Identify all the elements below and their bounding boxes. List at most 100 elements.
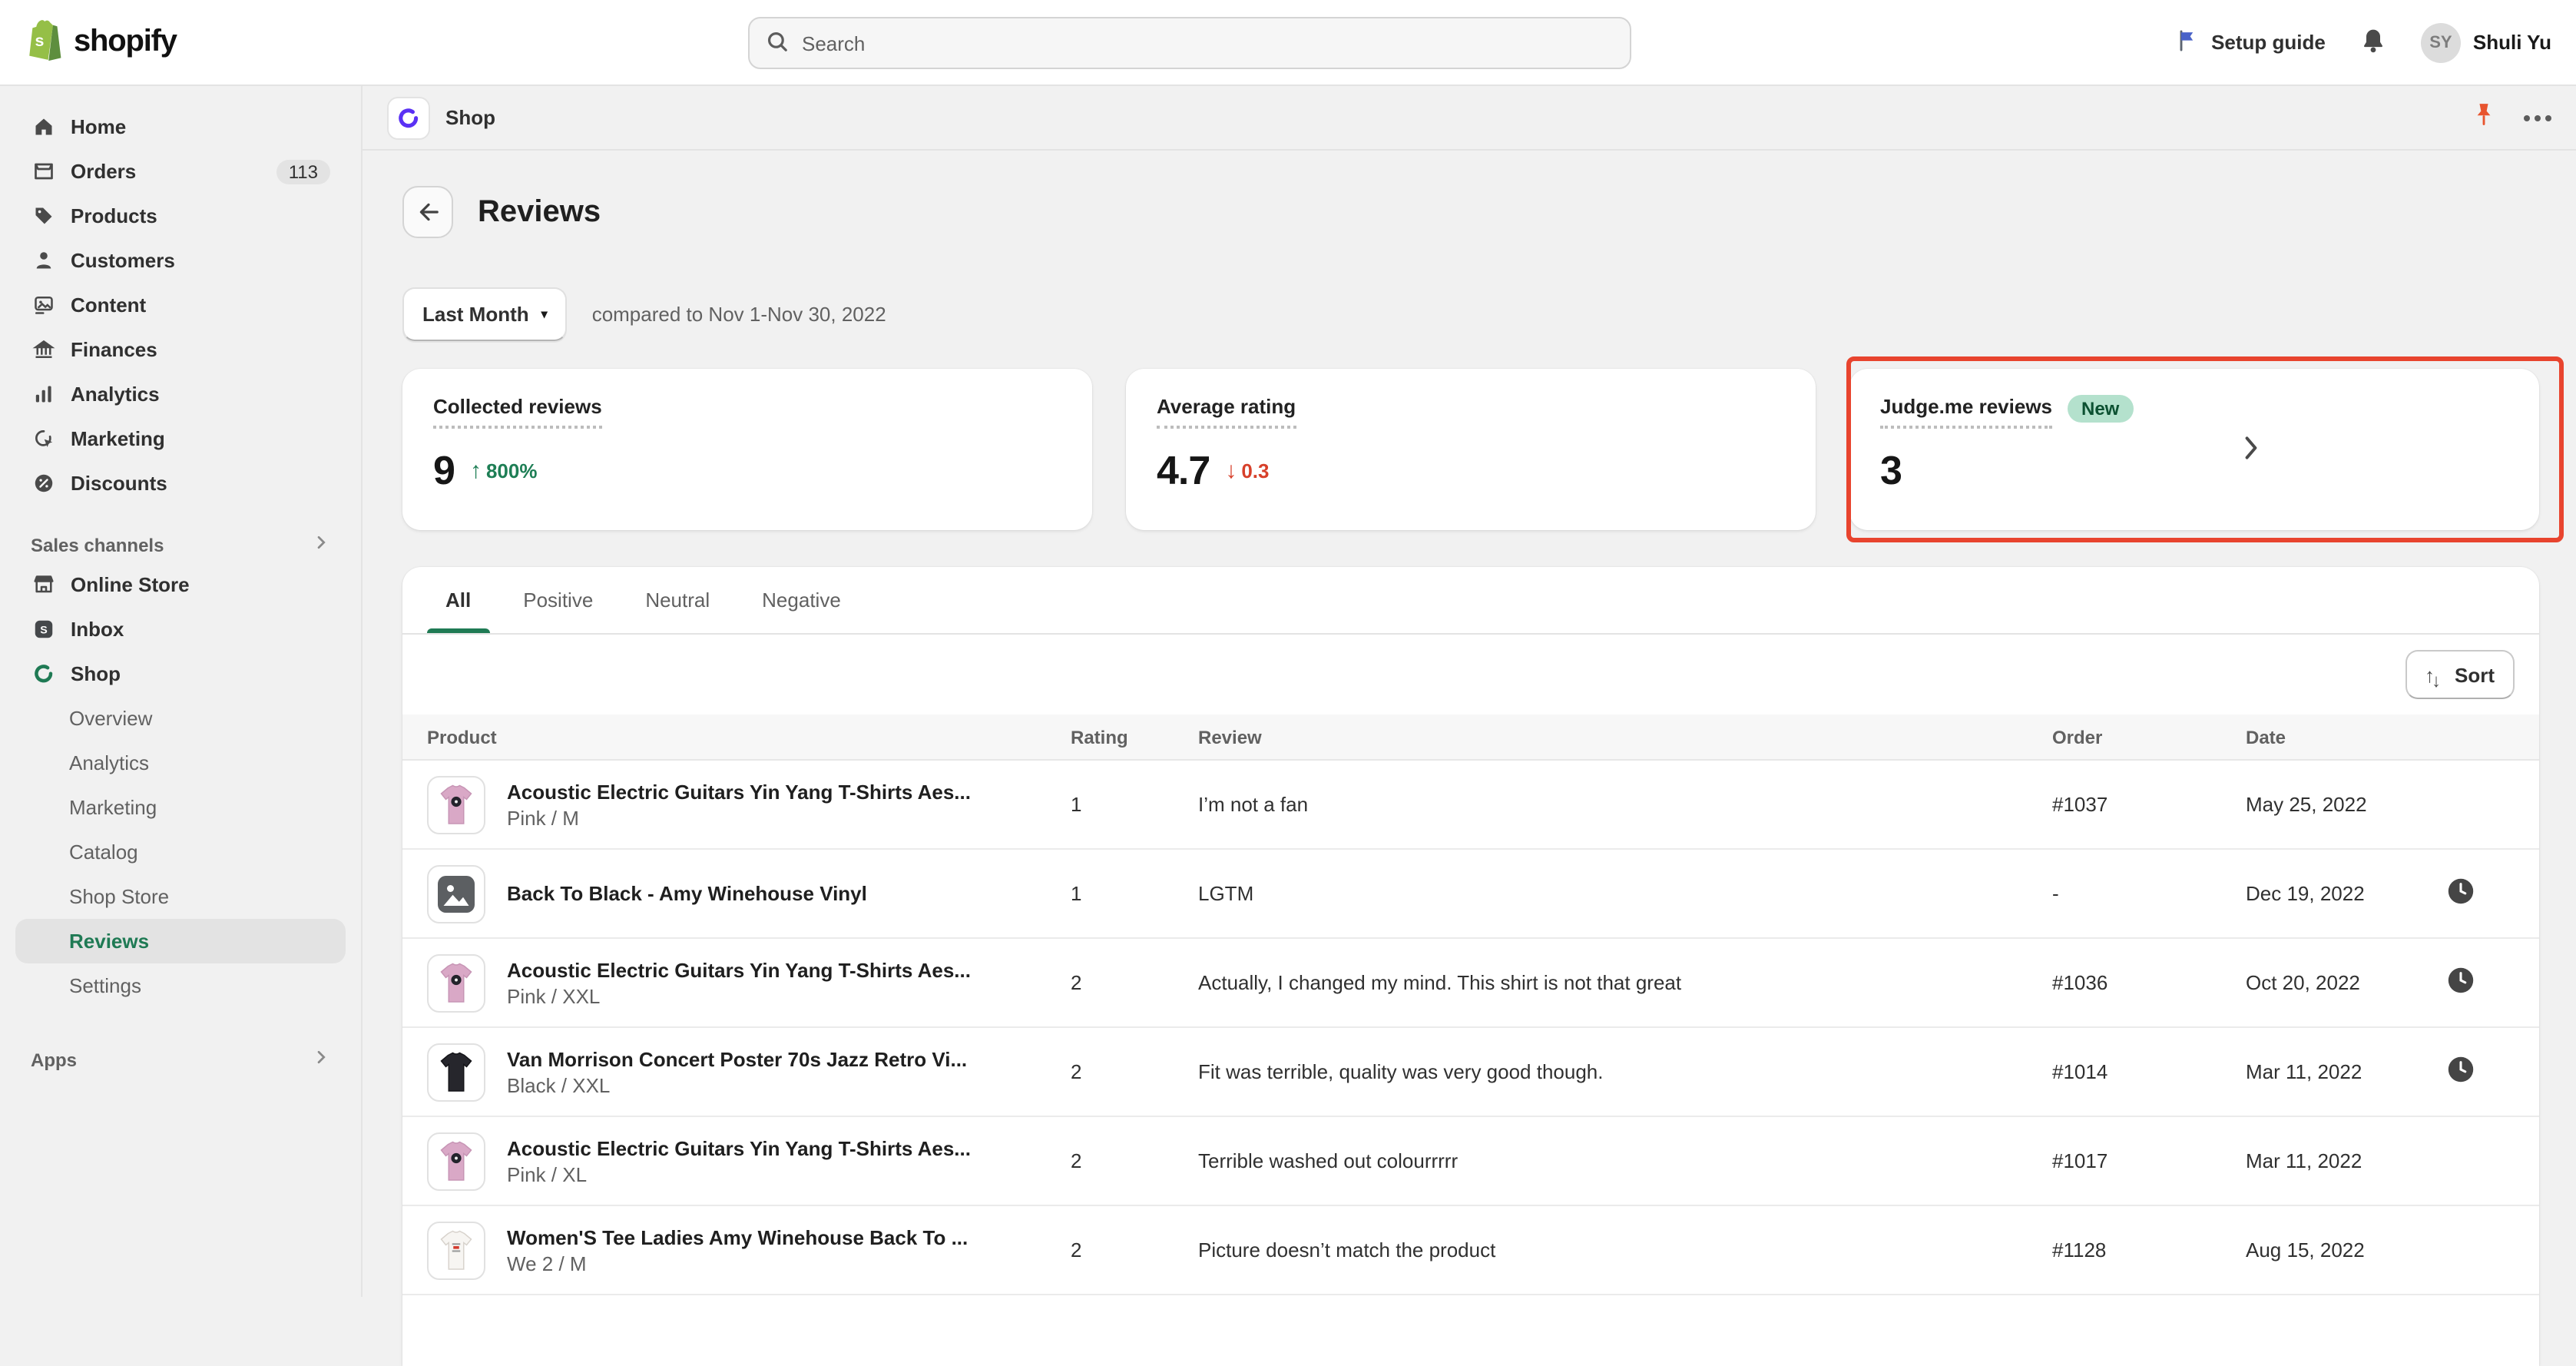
review-date: Aug 15, 2022 <box>2246 1238 2441 1262</box>
product-name: Acoustic Electric Guitars Yin Yang T-Shi… <box>507 1136 971 1159</box>
shopify-logo[interactable]: s shopify <box>25 18 177 66</box>
percent-badge-icon <box>31 471 55 496</box>
review-date: Oct 20, 2022 <box>2246 971 2441 994</box>
collected-reviews-card: Collected reviews 9 ↑ 800% <box>402 369 1092 530</box>
target-cursor-icon <box>31 426 55 451</box>
average-rating-delta: ↓ 0.3 <box>1225 458 1269 484</box>
arrow-down-icon: ↓ <box>1225 458 1237 484</box>
page-title: Reviews <box>478 194 601 230</box>
new-badge: New <box>2068 395 2133 423</box>
chevron-right-icon <box>312 1048 330 1071</box>
review-date: May 25, 2022 <box>2246 793 2441 816</box>
user-menu[interactable]: SY Shuli Yu <box>2421 22 2551 62</box>
rating-value: 1 <box>1071 882 1198 905</box>
sidebar-item-settings[interactable]: Settings <box>15 963 346 1008</box>
sidebar-item-customers[interactable]: Customers <box>15 238 346 283</box>
topbar-right: Setup guide SY Shuli Yu <box>2174 22 2551 62</box>
sidebar-item-products[interactable]: Products <box>15 194 346 238</box>
table-row[interactable]: Back To Black - Amy Winehouse Vinyl 1 LG… <box>402 850 2539 939</box>
tag-icon <box>31 204 55 228</box>
product-thumbnail <box>427 953 485 1012</box>
orders-count-badge: 113 <box>276 159 330 184</box>
sort-button[interactable]: ↑↓ Sort <box>2405 650 2515 699</box>
collected-reviews-delta: ↑ 800% <box>470 458 538 484</box>
average-rating-card: Average rating 4.7 ↓ 0.3 <box>1126 369 1816 530</box>
setup-guide-button[interactable]: Setup guide <box>2174 27 2326 58</box>
sidebar-item-overview[interactable]: Overview <box>15 696 346 741</box>
table-row[interactable]: Women'S Tee Ladies Amy Winehouse Back To… <box>402 1206 2539 1295</box>
sidebar-item-shop-store[interactable]: Shop Store <box>15 874 346 919</box>
table-row[interactable]: Acoustic Electric Guitars Yin Yang T-Shi… <box>402 761 2539 850</box>
tab-all[interactable]: All <box>427 567 489 633</box>
table-row[interactable]: Van Morrison Concert Poster 70s Jazz Ret… <box>402 1028 2539 1117</box>
sort-arrows-icon: ↑↓ <box>2425 663 2444 686</box>
flag-icon <box>2174 27 2199 58</box>
shop-swirl-icon <box>31 661 55 686</box>
product-thumbnail <box>427 1221 485 1279</box>
caret-down-icon: ▾ <box>541 307 548 321</box>
sidebar-item-shop-analytics[interactable]: Analytics <box>15 741 346 785</box>
sidebar-item-content[interactable]: Content <box>15 283 346 327</box>
reviews-table-card: All Positive Neutral Negative ↑↓ Sort Pr… <box>402 567 2539 1366</box>
more-actions-button[interactable] <box>2524 114 2551 121</box>
product-thumbnail <box>427 1132 485 1190</box>
sidebar-item-inbox[interactable]: S Inbox <box>15 607 346 652</box>
review-text: I’m not a fan <box>1198 793 2052 816</box>
product-thumbnail <box>427 1043 485 1101</box>
date-range-dropdown[interactable]: Last Month ▾ <box>402 287 568 341</box>
order-number: #1014 <box>2052 1060 2246 1083</box>
table-row[interactable]: Acoustic Electric Guitars Yin Yang T-Shi… <box>402 939 2539 1028</box>
order-number: #1128 <box>2052 1238 2246 1262</box>
sidebar-item-finances[interactable]: Finances <box>15 327 346 372</box>
arrow-up-icon: ↑ <box>470 458 482 484</box>
product-variant: Pink / XXL <box>507 984 971 1007</box>
sidebar-item-shop-marketing[interactable]: Marketing <box>15 785 346 830</box>
tab-negative[interactable]: Negative <box>743 567 859 633</box>
judgeme-reviews-card[interactable]: Judge.me reviews New 3 <box>1849 369 2539 530</box>
product-thumbnail <box>427 864 485 923</box>
chevron-right-icon <box>312 533 330 556</box>
image-file-icon <box>31 293 55 317</box>
table-header: Product Rating Review Order Date <box>402 714 2539 761</box>
rating-value: 2 <box>1071 971 1198 994</box>
sidebar: Home Orders 113 Products Customers <box>0 86 363 1297</box>
product-name: Acoustic Electric Guitars Yin Yang T-Shi… <box>507 958 971 981</box>
sidebar-item-discounts[interactable]: Discounts <box>15 461 346 506</box>
review-date: Mar 11, 2022 <box>2246 1060 2441 1083</box>
sidebar-item-home[interactable]: Home <box>15 104 346 149</box>
order-number: #1036 <box>2052 971 2246 994</box>
product-variant: Pink / XL <box>507 1162 971 1185</box>
pin-icon[interactable] <box>2472 101 2496 134</box>
shopify-admin: s shopify Search Setup gui <box>0 0 2576 1297</box>
product-name: Women'S Tee Ladies Amy Winehouse Back To… <box>507 1225 968 1248</box>
person-icon <box>31 248 55 273</box>
chevron-right-icon <box>2243 433 2260 466</box>
sidebar-item-shop[interactable]: Shop <box>15 652 346 696</box>
tab-neutral[interactable]: Neutral <box>627 567 728 633</box>
app-title: Shop <box>445 106 495 129</box>
rating-value: 2 <box>1071 1238 1198 1262</box>
review-text: LGTM <box>1198 882 2052 905</box>
sidebar-item-online-store[interactable]: Online Store <box>15 562 346 607</box>
svg-text:s: s <box>35 31 44 50</box>
bank-icon <box>31 337 55 362</box>
review-text: Terrible washed out colourrrrr <box>1198 1149 2052 1172</box>
home-icon <box>31 114 55 139</box>
product-name: Van Morrison Concert Poster 70s Jazz Ret… <box>507 1047 967 1070</box>
sidebar-item-reviews[interactable]: Reviews <box>15 919 346 963</box>
order-number: #1017 <box>2052 1149 2246 1172</box>
setup-guide-label: Setup guide <box>2211 31 2326 54</box>
sales-channels-header[interactable]: Sales channels <box>15 533 346 556</box>
apps-header[interactable]: Apps <box>15 1048 346 1071</box>
sidebar-item-analytics[interactable]: Analytics <box>15 372 346 416</box>
sidebar-item-catalog[interactable]: Catalog <box>15 830 346 874</box>
search-input[interactable]: Search <box>748 17 1631 69</box>
review-date: Mar 11, 2022 <box>2246 1149 2441 1172</box>
table-row[interactable]: Acoustic Electric Guitars Yin Yang T-Shi… <box>402 1117 2539 1206</box>
collected-reviews-value: 9 <box>433 447 455 495</box>
back-button[interactable] <box>402 186 453 238</box>
notifications-button[interactable] <box>2359 25 2387 59</box>
tab-positive[interactable]: Positive <box>505 567 611 633</box>
sidebar-item-orders[interactable]: Orders 113 <box>15 149 346 194</box>
sidebar-item-marketing[interactable]: Marketing <box>15 416 346 461</box>
